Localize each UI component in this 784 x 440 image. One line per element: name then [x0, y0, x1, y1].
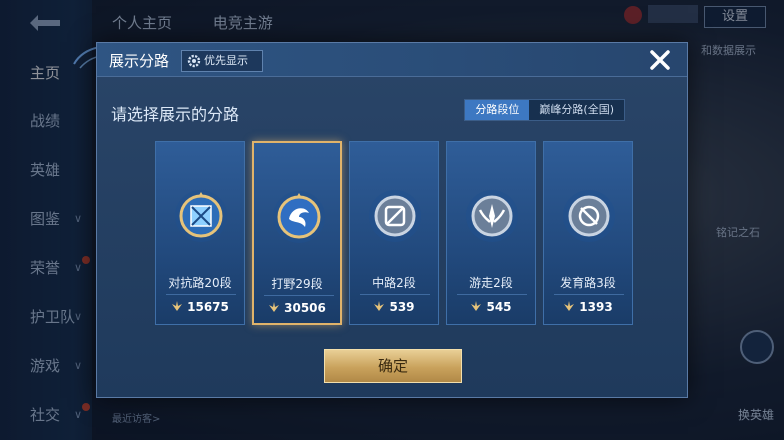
- lane-name: 中路2段: [372, 276, 416, 290]
- wings-icon: [374, 301, 385, 311]
- divider: [457, 294, 527, 295]
- wings-icon: [564, 301, 575, 311]
- lane-card-jungle[interactable]: 打野29段 30506: [252, 141, 342, 325]
- lane-name: 对抗路20段: [168, 276, 232, 290]
- mid-lane-emblem-icon: [369, 190, 421, 242]
- lane-score: 545: [447, 300, 535, 314]
- wings-icon: [471, 301, 482, 311]
- farm-lane-emblem-icon: [563, 190, 615, 242]
- lane-card-mid[interactable]: 中路2段 539: [349, 141, 439, 325]
- roam-emblem-icon: [466, 190, 518, 242]
- jungle-emblem-icon: [273, 191, 325, 243]
- divider: [554, 294, 624, 295]
- score-value: 15675: [187, 300, 229, 314]
- priority-display-label: 优先显示: [204, 54, 248, 67]
- divider: [360, 294, 430, 295]
- clash-lane-emblem-icon: [175, 190, 227, 242]
- wings-icon: [269, 302, 280, 312]
- confirm-button[interactable]: 确定: [324, 349, 462, 383]
- lane-name: 游走2段: [469, 276, 513, 290]
- wings-icon: [172, 301, 183, 311]
- lane-score: 539: [350, 300, 438, 314]
- lane-name: 打野29段: [271, 277, 323, 291]
- score-value: 30506: [284, 301, 326, 315]
- priority-display-button[interactable]: 优先显示: [181, 50, 263, 72]
- close-icon[interactable]: [647, 47, 673, 73]
- tab-peak-lane-national[interactable]: 巅峰分路(全国): [529, 100, 624, 120]
- dialog-header: 展示分路 优先显示: [97, 43, 687, 77]
- score-value: 545: [486, 300, 512, 314]
- lane-card-farm[interactable]: 发育路3段 1393: [543, 141, 633, 325]
- dialog-title: 展示分路: [109, 52, 170, 70]
- tab-lane-rank[interactable]: 分路段位: [465, 100, 530, 120]
- gear-icon: [187, 54, 201, 68]
- divider: [264, 295, 334, 296]
- score-value: 1393: [579, 300, 613, 314]
- lane-card-clash[interactable]: 对抗路20段 15675: [155, 141, 245, 325]
- lane-card-roam[interactable]: 游走2段 545: [446, 141, 536, 325]
- lane-tab-group: 分路段位 巅峰分路(全国): [464, 99, 625, 121]
- lane-score: 1393: [544, 300, 632, 314]
- select-lane-heading: 请选择展示的分路: [111, 105, 240, 124]
- display-lane-dialog: 展示分路 优先显示 请选择展示的分路 分路段位 巅峰分路(全国) 对抗路20段 …: [96, 42, 688, 398]
- lane-score: 30506: [254, 301, 340, 315]
- lane-score: 15675: [156, 300, 244, 314]
- divider: [166, 294, 236, 295]
- score-value: 539: [389, 300, 415, 314]
- lane-name: 发育路3段: [560, 276, 616, 290]
